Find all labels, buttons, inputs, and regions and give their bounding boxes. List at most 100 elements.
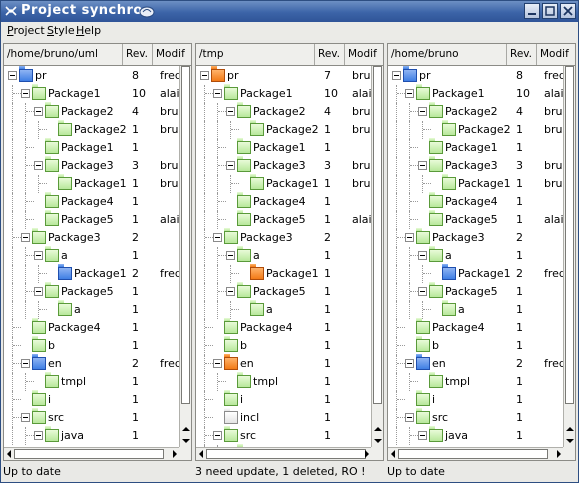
collapse-icon[interactable]: [418, 251, 427, 260]
collapse-icon[interactable]: [405, 233, 414, 242]
column-rev[interactable]: Rev.: [507, 44, 537, 65]
tree-row[interactable]: Package2 1 bruno: [196, 120, 372, 139]
tree-row[interactable]: Package3 2: [4, 228, 180, 247]
tree-row[interactable]: Package1 10 alain: [196, 84, 372, 103]
tree-row[interactable]: Package5 1 alain: [388, 210, 564, 229]
tree-row[interactable]: Package4 1: [196, 318, 372, 337]
tree-row[interactable]: Package2 4 bruno: [4, 102, 180, 121]
app-menu-icon[interactable]: [4, 4, 18, 18]
tree-row[interactable]: Package1 1: [196, 138, 372, 157]
tree-view[interactable]: pr8fredPackage110alainPackage24brunoPack…: [4, 66, 180, 447]
pane-left[interactable]: /home/bruno/uml Rev. Modif pr 8 fred Package1 1…: [3, 43, 192, 461]
scroll-down-icon[interactable]: [182, 438, 190, 444]
tree-row[interactable]: Package1 1 bruno: [388, 174, 564, 193]
tree-row[interactable]: Package5 1: [4, 282, 180, 301]
pane-middle[interactable]: /tmpRev.Modifpr7brunoPackage110alainPack…: [195, 43, 384, 461]
tree-row[interactable]: Package3 3 bruno: [4, 156, 180, 175]
tree-row[interactable]: a1: [388, 300, 564, 319]
menu-project[interactable]: Project: [7, 24, 45, 37]
tree-row[interactable]: i1: [388, 390, 564, 409]
tree-row[interactable]: Package5 1: [388, 282, 564, 301]
pane-right[interactable]: /home/bruno Rev. Modif pr 8 fred Package1 10 ala…: [387, 43, 576, 461]
tree-row[interactable]: incl 1: [196, 408, 372, 427]
tree-row[interactable]: Package1 1 bruno: [196, 174, 372, 193]
tree-row[interactable]: Package1 1 bruno: [4, 174, 180, 193]
horizontal-scrollbar[interactable]: [388, 447, 564, 460]
tree-row[interactable]: pr 8 fred: [388, 66, 564, 85]
collapse-icon[interactable]: [34, 431, 43, 440]
vertical-scroll-thumb[interactable]: [181, 66, 190, 404]
tree-row[interactable]: en 1: [196, 354, 372, 373]
collapse-icon[interactable]: [21, 233, 30, 242]
scroll-right-icon[interactable]: [556, 450, 562, 458]
column-path[interactable]: /tmp: [196, 44, 315, 65]
vertical-scroll-thumb[interactable]: [565, 66, 574, 404]
title-bar[interactable]: Project synchro: [1, 1, 578, 22]
collapse-icon[interactable]: [213, 431, 222, 440]
tree-row[interactable]: Package2 1 bruno: [4, 120, 180, 139]
tree-row[interactable]: i1: [196, 390, 372, 409]
collapse-icon[interactable]: [34, 251, 43, 260]
collapse-icon[interactable]: [418, 161, 427, 170]
scroll-left-icon[interactable]: [198, 450, 204, 458]
tree-view[interactable]: pr7brunoPackage110alainPackage24brunoPac…: [196, 66, 372, 447]
scroll-left-icon[interactable]: [390, 450, 396, 458]
tree-row[interactable]: Package3 2: [388, 228, 564, 247]
tree-row[interactable]: Package1 1: [4, 138, 180, 157]
tree-row[interactable]: pr 7 bruno: [196, 66, 372, 85]
scroll-left-icon[interactable]: [6, 450, 12, 458]
tree-row[interactable]: b1: [4, 336, 180, 355]
tree-row[interactable]: b1: [196, 336, 372, 355]
tree-view[interactable]: pr8fredPackage110alainPackage24brunoPack…: [388, 66, 564, 447]
tree-row[interactable]: Package4 1: [4, 318, 180, 337]
horizontal-scroll-thumb[interactable]: [14, 449, 164, 459]
tree-row[interactable]: Package3 2: [196, 228, 372, 247]
tree-row[interactable]: a1: [196, 246, 372, 265]
tree-row[interactable]: Package1 1: [196, 264, 372, 283]
tree-row[interactable]: Package2 4 bruno: [196, 102, 372, 121]
scroll-down-icon[interactable]: [374, 438, 382, 444]
column-rev[interactable]: Rev.: [123, 44, 153, 65]
column-modif[interactable]: Modif: [345, 44, 383, 65]
collapse-icon[interactable]: [226, 161, 235, 170]
horizontal-scrollbar[interactable]: [196, 447, 372, 460]
collapse-icon[interactable]: [21, 89, 30, 98]
column-rev[interactable]: Rev.: [315, 44, 345, 65]
maximize-button[interactable]: [542, 3, 558, 19]
tree-row[interactable]: Package1 2 fred: [388, 264, 564, 283]
tree-row[interactable]: Package2 4 bruno: [388, 102, 564, 121]
collapse-icon[interactable]: [213, 359, 222, 368]
tree-row[interactable]: tmpl 1: [196, 372, 372, 391]
tree-row[interactable]: a1: [4, 300, 180, 319]
collapse-icon[interactable]: [213, 89, 222, 98]
collapse-icon[interactable]: [34, 287, 43, 296]
tree-row[interactable]: Package4 1: [4, 192, 180, 211]
tree-row[interactable]: en 2 fred: [388, 354, 564, 373]
tree-row[interactable]: a1: [388, 246, 564, 265]
tree-row[interactable]: a1: [4, 246, 180, 265]
tree-row[interactable]: en 2 fred: [4, 354, 180, 373]
collapse-icon[interactable]: [34, 161, 43, 170]
tree-row[interactable]: tmpl 1: [4, 372, 180, 391]
collapse-icon[interactable]: [8, 71, 17, 80]
vertical-scrollbar[interactable]: [179, 66, 191, 448]
tree-row[interactable]: Package3 3 bruno: [196, 156, 372, 175]
tree-row[interactable]: Package1 10 alain: [4, 84, 180, 103]
column-path[interactable]: /home/bruno: [388, 44, 507, 65]
tree-row[interactable]: Package5 1 alain: [196, 210, 372, 229]
tree-row[interactable]: src 1: [196, 426, 372, 445]
tree-row[interactable]: Package1 2 fred: [4, 264, 180, 283]
collapse-icon[interactable]: [418, 107, 427, 116]
collapse-icon[interactable]: [226, 287, 235, 296]
tree-row[interactable]: Package3 3 bruno: [388, 156, 564, 175]
collapse-icon[interactable]: [34, 107, 43, 116]
tree-row[interactable]: src 1: [4, 408, 180, 427]
tree-row[interactable]: i1: [4, 390, 180, 409]
tree-row[interactable]: Package4 1: [196, 192, 372, 211]
column-modif[interactable]: Modif: [153, 44, 191, 65]
column-path[interactable]: /home/bruno/uml: [4, 44, 123, 65]
scroll-down-icon[interactable]: [566, 438, 574, 444]
vertical-scrollbar[interactable]: [563, 66, 575, 448]
collapse-icon[interactable]: [226, 107, 235, 116]
tree-row[interactable]: Package2 1 bruno: [388, 120, 564, 139]
